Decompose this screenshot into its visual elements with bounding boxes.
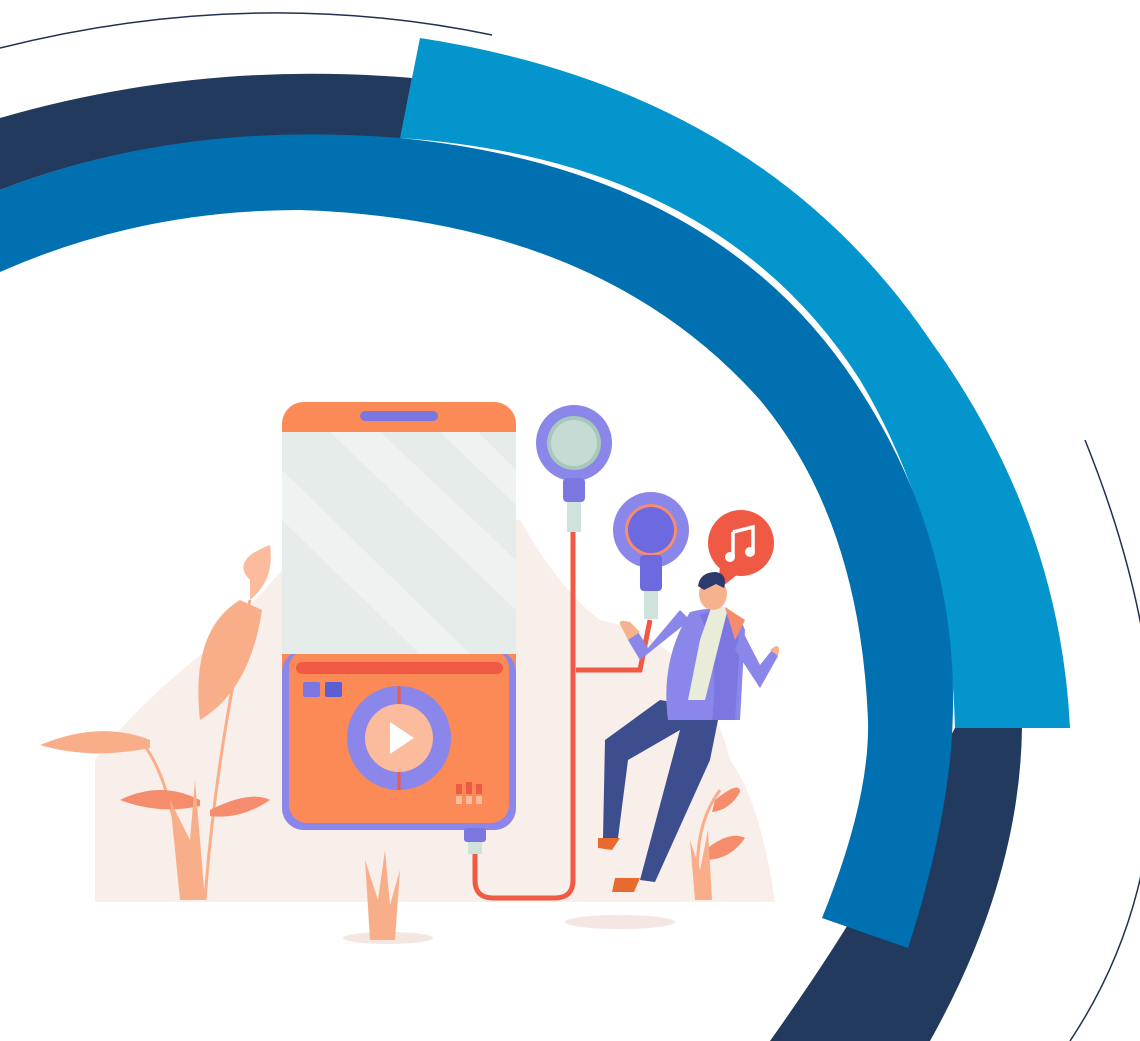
menu-button-1 [303, 682, 320, 697]
ground-shadow-1 [565, 915, 675, 929]
thin-arc-top [0, 12, 493, 49]
menu-button-2 [325, 682, 342, 697]
earbud-right [613, 492, 689, 619]
thin-arc-right [1069, 439, 1140, 1041]
earbud-mesh [551, 420, 597, 466]
illustration-canvas [0, 12, 1140, 1041]
earbud-left [536, 405, 612, 532]
jack-connector [464, 828, 486, 842]
music-player [282, 402, 516, 854]
speaker-slot [360, 411, 438, 421]
progress-bar [296, 662, 503, 674]
